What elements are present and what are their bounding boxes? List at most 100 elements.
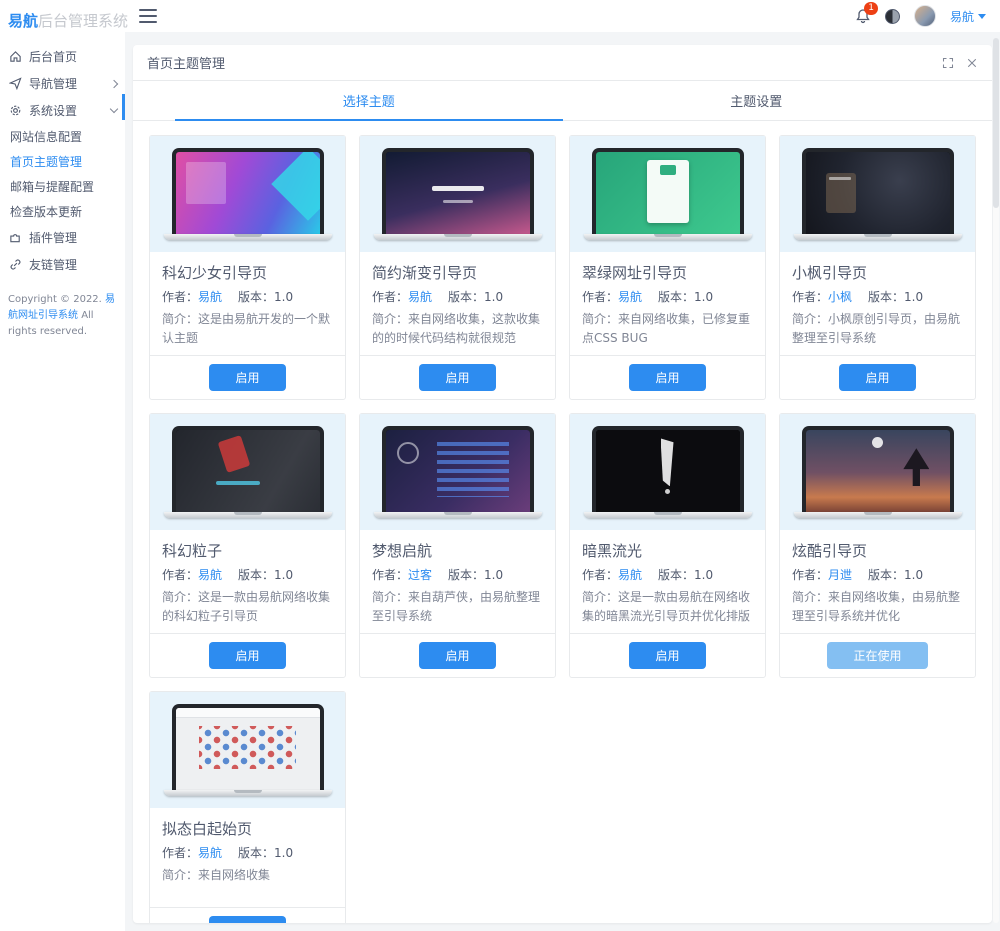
theme-card: 小枫引导页 作者：小枫 版本：1.0 简介：小枫原创引导页，由易航整理至引导系统…: [779, 135, 976, 401]
theme-manage-panel: 首页主题管理 选择主题 主题设置 科幻少女引导页 作者：易航 版本：1.0 简介…: [133, 45, 992, 923]
sidebar-item-nav[interactable]: 导航管理: [0, 70, 125, 97]
laptop-base: [793, 512, 962, 519]
theme-author-link[interactable]: 易航: [198, 846, 222, 860]
theme-author-link[interactable]: 易航: [198, 568, 222, 582]
theme-author: 作者：易航: [162, 846, 223, 861]
tabs: 选择主题 主题设置: [133, 81, 992, 121]
theme-preview: [150, 414, 345, 531]
sidebar-item-home[interactable]: 后台首页: [0, 43, 125, 70]
home-icon: [8, 50, 22, 64]
sidebar-item-system[interactable]: 系统设置: [0, 97, 125, 124]
caret-down-icon: [978, 13, 986, 19]
scrollbar[interactable]: [993, 38, 999, 923]
laptop-mockup: [793, 426, 962, 519]
scrollbar-thumb[interactable]: [993, 38, 999, 208]
apply-theme-button[interactable]: 启用: [629, 364, 706, 392]
apply-theme-button[interactable]: 启用: [419, 364, 496, 392]
theme-card-footer: 启用: [570, 355, 765, 399]
theme-card: 暗黑流光 作者：易航 版本：1.0 简介：这是一款由易航在网络收集的暗黑流光引导…: [569, 413, 766, 679]
theme-author-link[interactable]: 过客: [408, 568, 432, 582]
theme-toggle-icon[interactable]: [884, 8, 900, 24]
copyright-pre: Copyright © 2022.: [8, 294, 102, 305]
user-menu[interactable]: 易航: [950, 8, 986, 25]
laptop-mockup: [583, 148, 752, 240]
puzzle-icon: [8, 231, 22, 245]
theme-name: 拟态白起始页: [162, 820, 253, 839]
laptop-base: [163, 790, 332, 797]
laptop-screen: [801, 148, 954, 234]
theme-card: 炫酷引导页 作者：月迣 版本：1.0 简介：来自网络收集，由易航整理至引导系统并…: [779, 413, 976, 679]
apply-theme-button[interactable]: 启用: [209, 916, 286, 923]
apply-theme-button[interactable]: 启用: [419, 642, 496, 670]
theme-card: 梦想启航 作者：过客 版本：1.0 简介：来自葫芦侠，由易航整理至引导系统 启用: [359, 413, 556, 679]
close-icon[interactable]: [966, 57, 978, 69]
sidebar-item-version-check[interactable]: 检查版本更新: [0, 199, 125, 224]
sidebar-item-plugin[interactable]: 插件管理: [0, 224, 125, 251]
theme-meta: 作者：易航 版本：1.0: [570, 288, 765, 305]
theme-author-link[interactable]: 易航: [408, 290, 432, 304]
laptop-base: [583, 512, 752, 519]
apply-theme-button[interactable]: 启用: [209, 364, 286, 392]
theme-author: 作者：易航: [582, 290, 643, 304]
theme-preview: [570, 414, 765, 531]
theme-version: 版本：1.0: [658, 290, 714, 304]
gear-icon: [8, 104, 22, 118]
theme-card-footer: 启用: [150, 355, 345, 399]
sidebar-item-label: 邮箱与提醒配置: [10, 180, 95, 194]
theme-author: 作者：月迣: [792, 568, 853, 583]
laptop-mockup: [163, 704, 332, 797]
laptop-screen: [591, 426, 744, 513]
laptop-screen: [591, 148, 744, 234]
apply-theme-button[interactable]: 正在使用: [827, 642, 928, 670]
theme-author-link[interactable]: 小枫: [828, 290, 852, 304]
apply-theme-button[interactable]: 启用: [629, 642, 706, 670]
topbar-right: 1 易航: [855, 2, 986, 27]
sidebar-item-site-info[interactable]: 网站信息配置: [0, 124, 125, 149]
apply-theme-button[interactable]: 启用: [839, 364, 916, 392]
theme-version: 版本：1.0: [868, 290, 924, 304]
tab-select-theme[interactable]: 选择主题: [175, 81, 563, 121]
theme-card: 翠绿网址引导页 作者：易航 版本：1.0 简介：来自网络收集，已修复重点CSS …: [569, 135, 766, 401]
sidebar-item-theme-manage[interactable]: 首页主题管理: [0, 149, 125, 174]
theme-name: 炫酷引导页: [792, 542, 868, 561]
topbar: 1 易航: [125, 0, 1000, 32]
laptop-screen: [171, 704, 324, 791]
hamburger-menu-icon[interactable]: [139, 9, 157, 23]
theme-name: 科幻粒子: [162, 542, 223, 561]
chevron-down-icon: [109, 104, 119, 114]
laptop-screen: [381, 148, 534, 234]
theme-description: 简介：这是一款由易航网络收集的科幻粒子引导页: [162, 590, 331, 623]
notification-badge: 1: [864, 2, 878, 15]
theme-name: 翠绿网址引导页: [582, 264, 688, 282]
laptop-base: [163, 234, 332, 240]
theme-author: 作者：易航: [162, 290, 223, 304]
app-layout: 易航后台管理系统 后台首页 导航管理 系统设置 网站信息配置 首页主题管理 邮箱…: [0, 0, 1000, 931]
theme-card-footer: 启用: [360, 633, 555, 677]
theme-author-link[interactable]: 易航: [618, 290, 642, 304]
laptop-base: [793, 234, 962, 240]
right-column: 1 易航 首页主题管理 选择主题 主题设置 科幻少女引导页 作者：易航 版本：1…: [125, 0, 1000, 931]
apply-theme-button[interactable]: 启用: [209, 642, 286, 670]
fullscreen-icon[interactable]: [942, 57, 954, 69]
sidebar-item-links[interactable]: 友链管理: [0, 251, 125, 278]
theme-version: 版本：1.0: [238, 568, 294, 583]
theme-card: 科幻粒子 作者：易航 版本：1.0 简介：这是一款由易航网络收集的科幻粒子引导页…: [149, 413, 346, 679]
sidebar-item-mail-config[interactable]: 邮箱与提醒配置: [0, 174, 125, 199]
theme-author-link[interactable]: 月迣: [828, 568, 852, 582]
theme-author-link[interactable]: 易航: [618, 568, 642, 582]
theme-description: 简介：这是一款由易航在网络收集的暗黑流光引导页并优化排版: [582, 590, 751, 623]
theme-version: 版本：1.0: [238, 846, 294, 861]
sidebar-active-indicator: [122, 94, 125, 120]
theme-card-footer: 启用: [780, 355, 975, 399]
theme-card-footer: 启用: [150, 907, 345, 923]
theme-description: 简介：小枫原创引导页，由易航整理至引导系统: [792, 312, 961, 345]
laptop-screen: [381, 426, 534, 513]
theme-preview: [780, 414, 975, 531]
avatar[interactable]: [913, 5, 936, 27]
laptop-base: [373, 512, 542, 519]
theme-author-link[interactable]: 易航: [198, 290, 222, 304]
theme-name: 科幻少女引导页: [162, 264, 268, 282]
notification-bell-icon[interactable]: 1: [855, 2, 878, 24]
tab-theme-settings[interactable]: 主题设置: [563, 81, 951, 121]
chevron-right-icon: [109, 79, 119, 88]
